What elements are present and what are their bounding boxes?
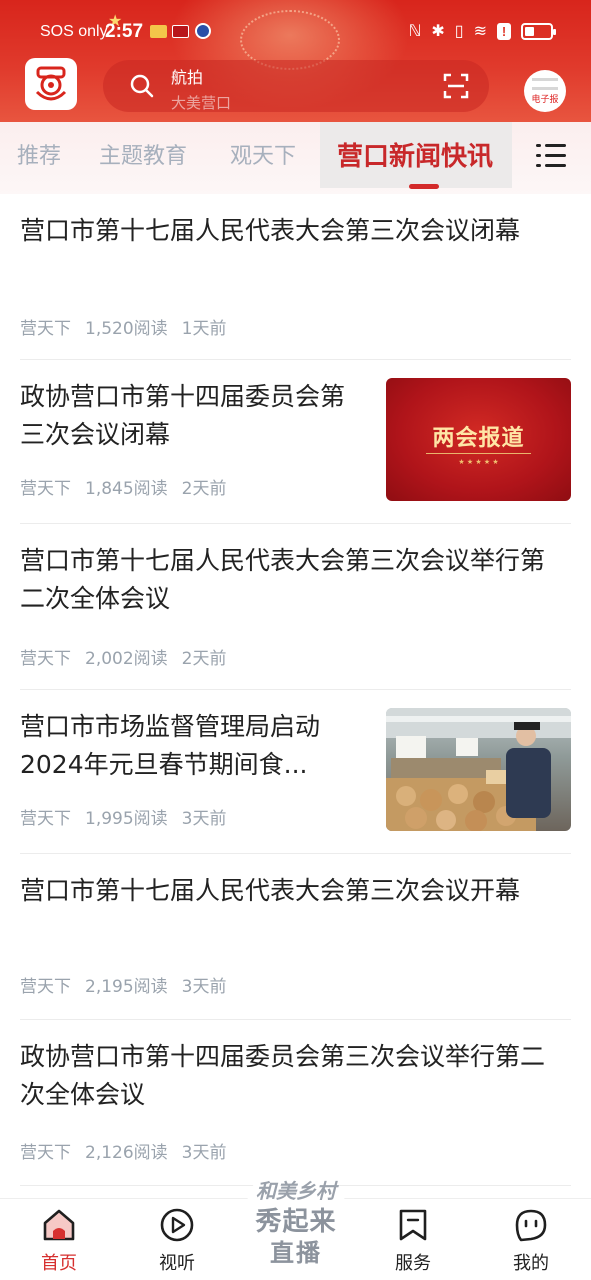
notification-news-icon: [172, 25, 189, 38]
thumbnail-divider: [426, 453, 531, 454]
logo-icon: [35, 66, 67, 101]
news-source: 营天下: [20, 649, 71, 669]
news-time: 2天前: [181, 479, 227, 499]
news-time: 3天前: [181, 809, 227, 829]
nav-home-label: 首页: [41, 1253, 77, 1274]
news-title: 政协营口市第十四届委员会第三次会议举行第二次全体会议: [20, 1042, 546, 1109]
live-line-1: 和美乡村: [256, 1179, 336, 1203]
e-paper-button[interactable]: 电子报: [524, 70, 566, 112]
tab-world-view[interactable]: 观天下: [230, 138, 296, 170]
stars-icon: ★ ★ ★ ★ ★: [458, 458, 499, 466]
status-icons: ℕ ✱ ▯ ≋ !: [408, 21, 556, 41]
search-hint-bottom: 大美营口: [171, 94, 232, 112]
live-line-3: 直播: [270, 1239, 322, 1267]
play-icon: [160, 1208, 194, 1242]
e-paper-label: 电子报: [531, 95, 559, 105]
nav-mine[interactable]: 我的: [491, 1207, 571, 1275]
nfc-icon: ℕ: [408, 23, 422, 40]
news-meta: 营天下 1,995阅读 3天前: [20, 804, 241, 829]
newspaper-icon: [532, 78, 558, 90]
news-meta: 营天下 1,845阅读 2天前: [20, 474, 241, 499]
clock: 2:57: [105, 21, 144, 42]
news-reads: 2,126阅读: [85, 1143, 168, 1163]
news-source: 营天下: [20, 1143, 71, 1163]
news-thumbnail: [386, 708, 571, 831]
news-item[interactable]: 营口市市场监督管理局启动2024年元旦春节期间食... 营天下 1,995阅读 3天…: [20, 690, 571, 854]
notification-badge-icon: [195, 23, 211, 39]
bottom-nav: 首页 视听 和美乡村 秀起来 直播 服务 我的: [0, 1161, 591, 1280]
carrier-text: SOS only: [40, 23, 108, 40]
news-reads: 1,845阅读: [85, 479, 168, 499]
news-title: 营口市第十七届人民代表大会第三次会议闭幕: [20, 216, 521, 245]
news-reads: 2,002阅读: [85, 649, 168, 669]
news-time: 1天前: [181, 319, 227, 339]
top-header: ★ SOS only 2:57 ℕ ✱ ▯ ≋ ! 航拍 大美营口 电子报: [0, 0, 591, 122]
search-icon: [130, 74, 154, 98]
tab-recommend[interactable]: 推荐: [17, 138, 61, 170]
news-title: 营口市市场监督管理局启动2024年元旦春节期间食...: [20, 712, 321, 779]
search-bar[interactable]: 航拍 大美营口: [103, 60, 489, 112]
notification-app-icon: [150, 25, 167, 38]
news-reads: 1,995阅读: [85, 809, 168, 829]
news-meta: 营天下 2,126阅读 3天前: [20, 1138, 241, 1163]
bluetooth-icon: ✱: [431, 23, 445, 40]
market-inspection-photo: [386, 708, 571, 831]
profile-face-icon: [515, 1209, 547, 1242]
nav-media-label: 视听: [159, 1253, 195, 1274]
search-hint-top: 航拍: [171, 68, 204, 87]
nav-mine-label: 我的: [513, 1253, 549, 1274]
thumbnail-caption: 两会报道: [432, 426, 525, 451]
news-meta: 营天下 2,195阅读 3天前: [20, 972, 241, 997]
vibrate-icon: ▯: [454, 23, 464, 40]
news-title: 营口市第十七届人民代表大会第三次会议举行第二次全体会议: [20, 546, 546, 613]
bookmark-icon: [399, 1209, 427, 1241]
news-reads: 1,520阅读: [85, 319, 168, 339]
news-meta: 营天下 2,002阅读 2天前: [20, 644, 241, 669]
app-logo[interactable]: [25, 58, 77, 110]
news-item[interactable]: 营口市第十七届人民代表大会第三次会议闭幕 营天下 1,520阅读 1天前: [20, 212, 571, 360]
menu-icon[interactable]: [536, 144, 566, 168]
tab-yingkou-news[interactable]: 营口新闻快讯: [337, 136, 493, 173]
battery-icon: [521, 22, 556, 40]
nav-home[interactable]: 首页: [19, 1207, 99, 1275]
wifi-icon: ≋: [473, 23, 487, 40]
news-source: 营天下: [20, 977, 71, 997]
news-meta: 营天下 1,520阅读 1天前: [20, 314, 241, 339]
news-item[interactable]: 营口市第十七届人民代表大会第三次会议开幕 营天下 2,195阅读 3天前: [20, 854, 571, 1020]
active-tab-indicator: [409, 184, 439, 189]
nav-services[interactable]: 服务: [373, 1207, 453, 1275]
news-reads: 2,195阅读: [85, 977, 168, 997]
home-icon: [43, 1209, 75, 1241]
news-title: 政协营口市第十四届委员会第三次会议闭幕: [20, 382, 346, 449]
news-source: 营天下: [20, 479, 71, 499]
news-title: 营口市第十七届人民代表大会第三次会议开幕: [20, 876, 521, 905]
news-time: 3天前: [181, 1143, 227, 1163]
nav-services-label: 服务: [395, 1253, 431, 1274]
news-item[interactable]: 营口市第十七届人民代表大会第三次会议举行第二次全体会议 营天下 2,002阅读 2天…: [20, 524, 571, 690]
tab-theme-education[interactable]: 主题教育: [99, 138, 187, 170]
news-source: 营天下: [20, 809, 71, 829]
news-source: 营天下: [20, 319, 71, 339]
nav-media[interactable]: 视听: [137, 1207, 217, 1275]
news-time: 3天前: [181, 977, 227, 997]
news-thumbnail: 两会报道 ★ ★ ★ ★ ★: [386, 378, 571, 501]
category-tabs: 推荐 主题教育 观天下 营口新闻快讯: [0, 122, 591, 194]
status-bar: SOS only 2:57 ℕ ✱ ▯ ≋ !: [0, 18, 591, 48]
alert-icon: !: [497, 22, 511, 40]
news-item[interactable]: 政协营口市第十四届委员会第三次会议闭幕 营天下 1,845阅读 2天前 两会报道 ★…: [20, 360, 571, 524]
news-time: 2天前: [181, 649, 227, 669]
scan-icon[interactable]: [443, 73, 469, 99]
live-stream-button[interactable]: 和美乡村 秀起来 直播: [246, 1161, 346, 1273]
